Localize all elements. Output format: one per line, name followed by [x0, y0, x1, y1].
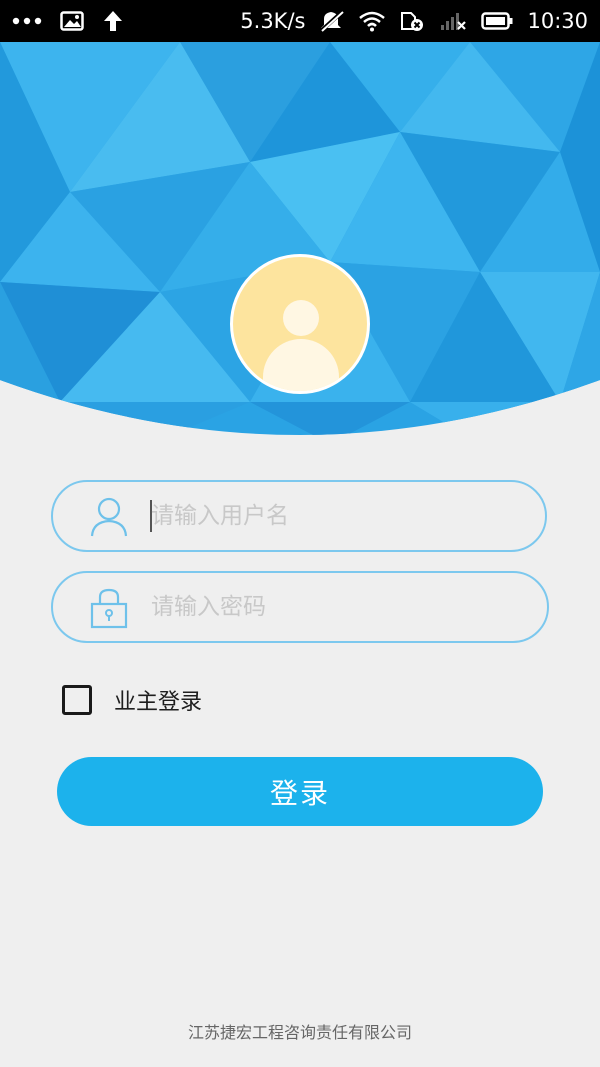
company-footer: 江苏捷宏工程咨询责任有限公司 [187, 1023, 412, 1042]
signal-icon [439, 10, 467, 32]
sim-card-icon [399, 10, 425, 32]
owner-login-row[interactable]: 业主登录 [62, 684, 202, 716]
user-icon [89, 496, 129, 538]
username-field[interactable] [51, 480, 547, 552]
upload-arrow-icon [102, 9, 124, 33]
avatar [230, 254, 370, 394]
more-dots-icon [12, 16, 42, 26]
username-input[interactable] [151, 494, 511, 538]
battery-icon [481, 11, 513, 31]
owner-login-checkbox[interactable] [62, 685, 92, 715]
clock: 10:30 [527, 9, 588, 33]
lock-icon [89, 587, 129, 629]
password-field[interactable] [51, 571, 549, 643]
network-speed: 5.3K/s [240, 9, 306, 33]
mute-icon [319, 9, 345, 33]
login-button[interactable]: 登录 [57, 757, 543, 826]
image-icon [60, 11, 84, 31]
owner-login-label: 业主登录 [114, 690, 203, 715]
status-bar: 5.3K/s 10:30 [0, 0, 600, 42]
avatar-body [263, 339, 339, 391]
avatar-head [283, 300, 319, 336]
password-input[interactable] [151, 585, 511, 629]
wifi-icon [359, 10, 386, 32]
